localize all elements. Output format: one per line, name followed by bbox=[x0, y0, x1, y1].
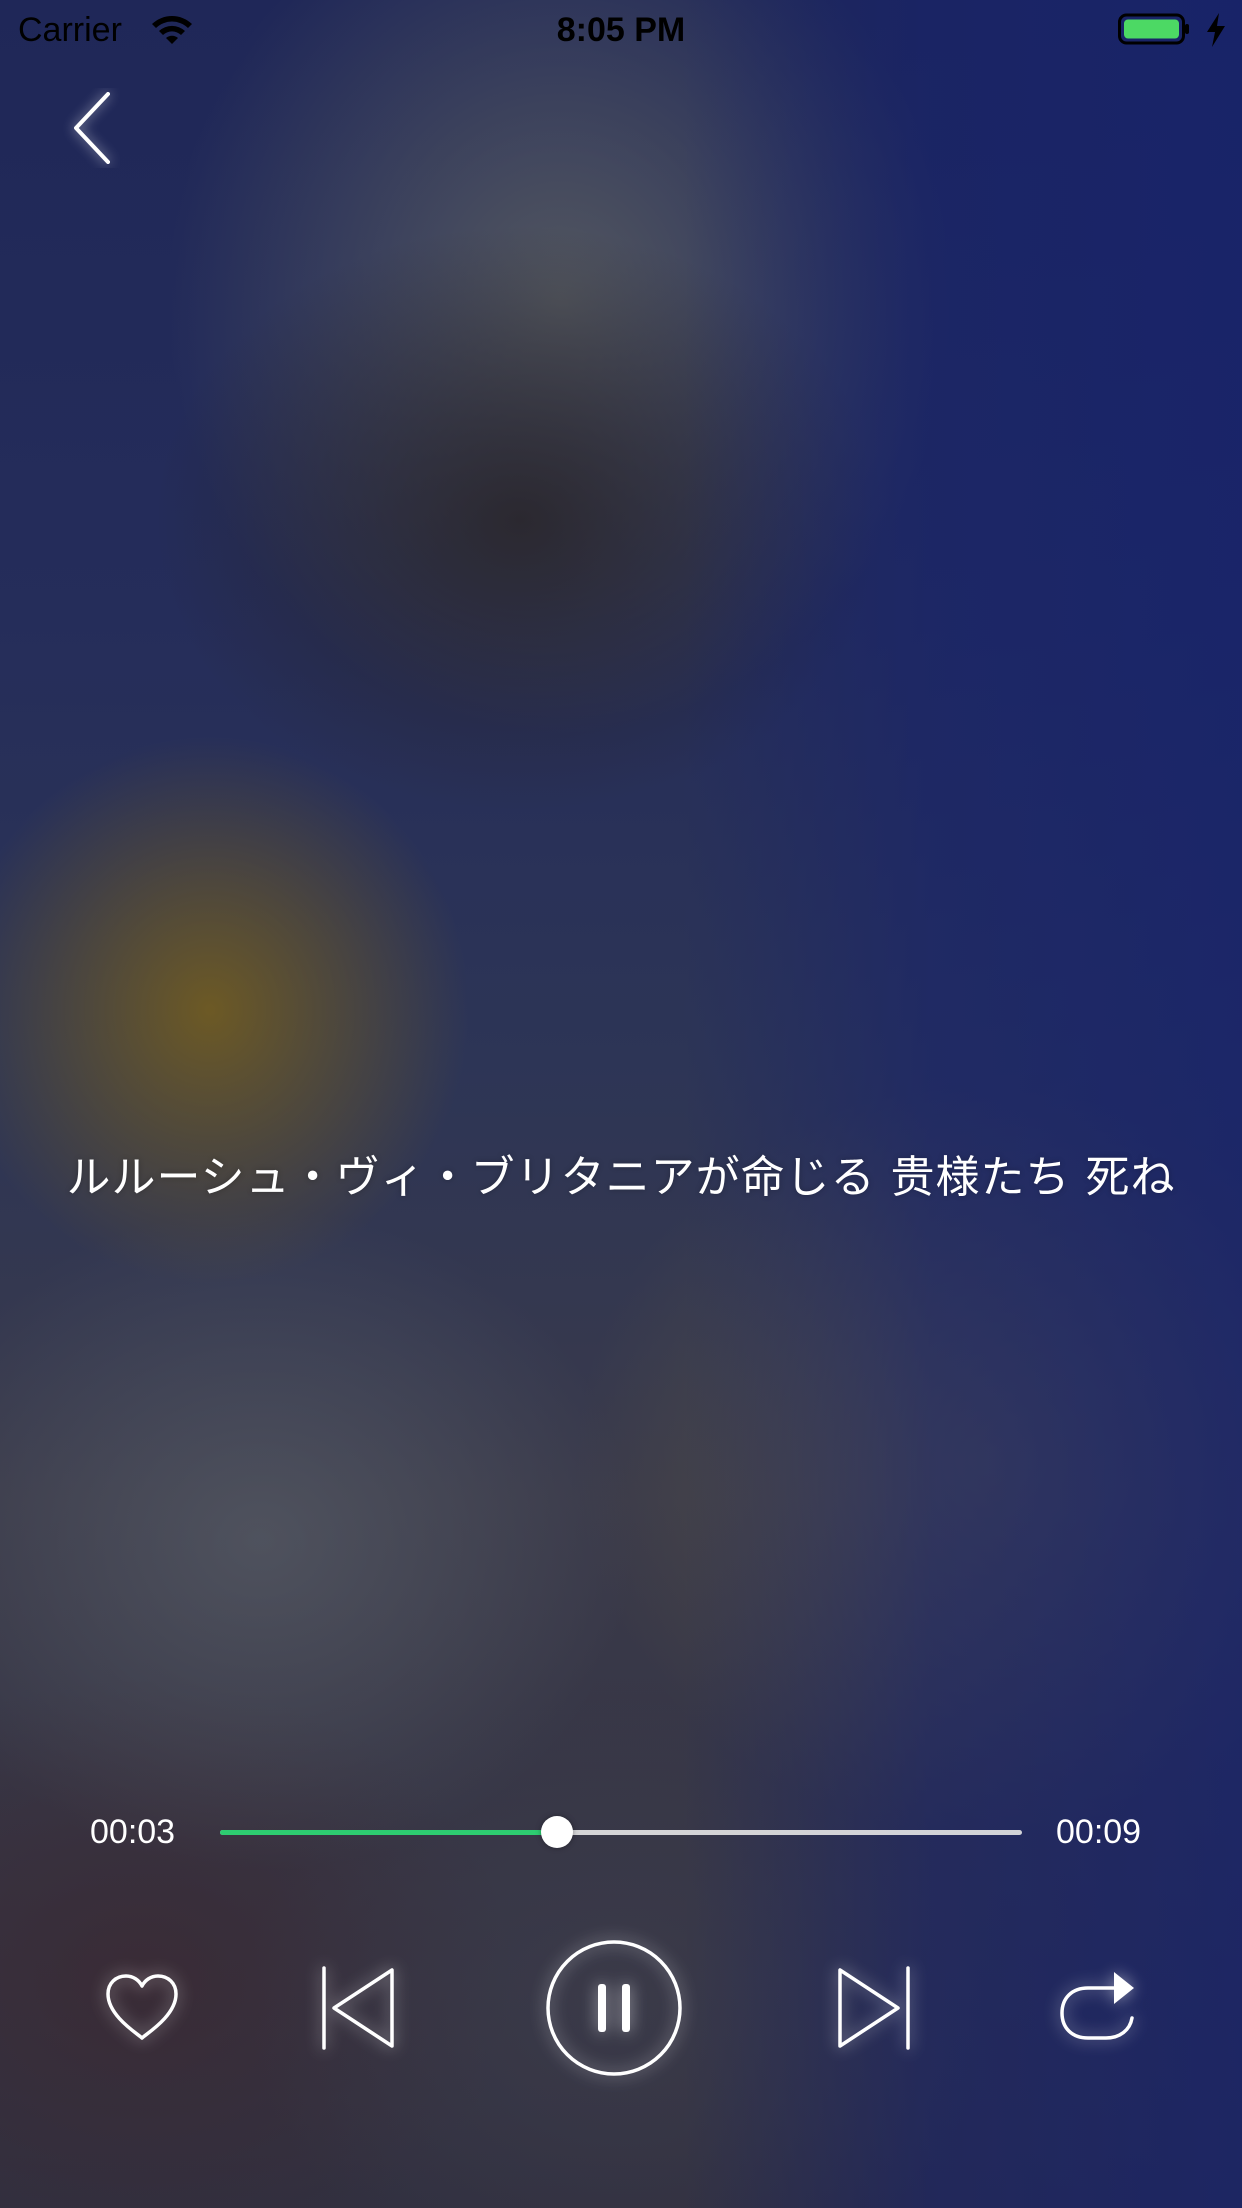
pause-icon bbox=[598, 1984, 630, 2032]
next-icon bbox=[838, 1966, 910, 2050]
charging-bolt-icon bbox=[1207, 13, 1225, 47]
like-button[interactable] bbox=[102, 1972, 182, 2044]
play-pause-button[interactable] bbox=[544, 1938, 684, 2078]
status-bar: Carrier 8:05 PM bbox=[0, 0, 1242, 60]
progress-fill bbox=[220, 1830, 557, 1835]
back-button[interactable] bbox=[62, 88, 126, 168]
total-duration: 00:09 bbox=[1056, 1813, 1142, 1851]
previous-track-button[interactable] bbox=[318, 1964, 398, 2052]
blurred-album-background bbox=[0, 0, 1242, 2208]
chevron-left-icon bbox=[74, 92, 110, 164]
battery-icon bbox=[1118, 13, 1189, 45]
progress-thumb[interactable] bbox=[540, 1816, 573, 1848]
next-track-button[interactable] bbox=[834, 1964, 914, 2052]
status-time: 8:05 PM bbox=[556, 11, 686, 49]
heart-icon bbox=[106, 1974, 178, 2040]
progress-slider[interactable] bbox=[220, 1816, 1022, 1848]
elapsed-time: 00:03 bbox=[90, 1813, 176, 1851]
current-lyric-line: ルルーシュ・ヴィ・ブリタニアが命じる 贵様たち 死ね bbox=[66, 1152, 1176, 1203]
repeat-button[interactable] bbox=[1054, 1966, 1140, 2050]
previous-icon bbox=[322, 1966, 394, 2050]
repeat-icon bbox=[1060, 1972, 1134, 2040]
